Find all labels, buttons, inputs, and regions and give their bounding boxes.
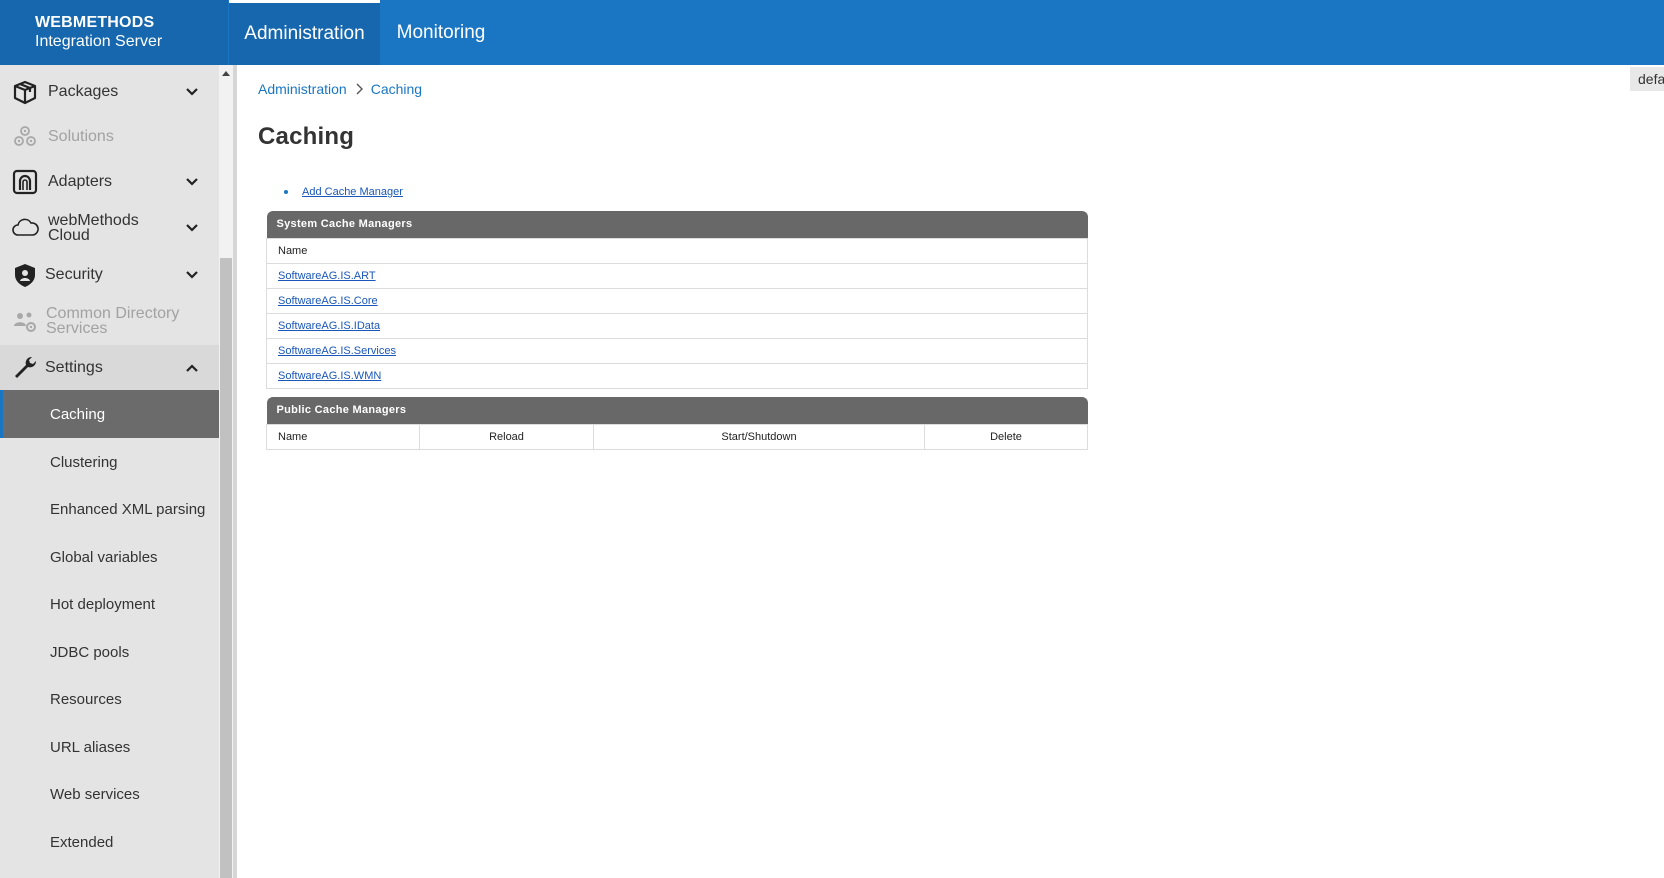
sidebar-item-label: Packages [48, 82, 119, 100]
page-title: Caching [258, 123, 355, 150]
brand-line1: WEBMETHODS [35, 14, 155, 31]
sidebar-item-packages[interactable]: Packages [0, 69, 219, 114]
cache-manager-link[interactable]: SoftwareAG.IS.IData [278, 320, 380, 332]
sidebar-subitem-resources[interactable]: Resources [0, 675, 219, 723]
table-title: System Cache Managers [266, 211, 1088, 238]
brand-line2: Integration Server [35, 33, 163, 50]
sidebar-item-label: Adapters [48, 172, 113, 190]
action-list: Add Cache Manager [284, 186, 403, 198]
sidebar-item-adapters[interactable]: Adapters [0, 159, 219, 204]
column-header-reload: Reload [419, 423, 594, 450]
sidebar-item-settings[interactable]: Settings [0, 345, 219, 390]
column-header-name: Name [266, 237, 1088, 264]
cache-manager-link[interactable]: SoftwareAG.IS.ART [278, 270, 376, 282]
corner-tag: defa [1630, 67, 1664, 91]
tab-administration[interactable]: Administration [229, 0, 380, 65]
table-row: SoftwareAG.IS.Core [266, 287, 1088, 314]
table-row: SoftwareAG.IS.Services [266, 337, 1088, 364]
chevron-right-icon [356, 83, 363, 95]
sidebar-subitem-web-services[interactable]: Web services [0, 770, 219, 818]
chevron-down-icon[interactable] [184, 267, 200, 283]
column-header-name: Name [266, 423, 420, 450]
sidebar-subitem-global-variables[interactable]: Global variables [0, 533, 219, 581]
chevron-down-icon[interactable] [184, 174, 200, 190]
sidebar-item-label: Settings [45, 358, 103, 376]
sidebar-item-label: Solutions [48, 127, 114, 145]
scrollbar-thumb[interactable] [220, 258, 232, 878]
sidebar-subitem-clustering[interactable]: Clustering [0, 438, 219, 486]
sidebar-item-label-line2: Services [46, 320, 108, 337]
table-row: SoftwareAG.IS.ART [266, 262, 1088, 289]
sidebar-subitem-url-aliases[interactable]: URL aliases [0, 723, 219, 771]
sidebar-item-label: Common Directory Services [46, 306, 179, 337]
sidebar-item-webmethods-cloud[interactable]: webMethods Cloud [0, 204, 219, 252]
users-icon [14, 312, 36, 332]
main-content: Administration Caching Caching defa Add … [237, 65, 1664, 878]
package-icon [13, 80, 37, 104]
wrench-icon [15, 356, 37, 378]
system-cache-managers-table: System Cache Managers Name SoftwareAG.IS… [266, 211, 1088, 389]
sidebar-subitem-hot-deployment[interactable]: Hot deployment [0, 580, 219, 628]
table-row: SoftwareAG.IS.WMN [266, 362, 1088, 389]
brand-logo[interactable]: WEBMETHODS Integration Server [0, 0, 228, 65]
chevron-down-icon[interactable] [184, 84, 200, 100]
sidebar-item-label-line2: Cloud [48, 227, 90, 244]
sidebar-subitem-jdbc-pools[interactable]: JDBC pools [0, 628, 219, 676]
sidebar-subitem-caching[interactable]: Caching [0, 390, 219, 438]
tab-monitoring[interactable]: Monitoring [380, 0, 502, 65]
chevron-up-icon[interactable] [184, 360, 200, 376]
sidebar-item-solutions: Solutions [0, 114, 219, 159]
sidebar: Packages Solutions Adapters webMethods C… [0, 65, 219, 878]
sidebar-item-label: webMethods Cloud [48, 213, 139, 244]
cache-manager-link[interactable]: SoftwareAG.IS.WMN [278, 370, 381, 382]
sidebar-item-security[interactable]: Security [0, 252, 219, 297]
sidebar-subitem-extended[interactable]: Extended [0, 818, 219, 866]
breadcrumb: Administration Caching [258, 81, 422, 97]
bullet-icon [284, 190, 288, 194]
adapter-icon [12, 169, 38, 194]
sidebar-subitem-enhanced-xml-parsing[interactable]: Enhanced XML parsing [0, 485, 219, 533]
table-row: SoftwareAG.IS.IData [266, 312, 1088, 339]
sidebar-item-common-directory-services: Common Directory Services [0, 297, 219, 345]
table-title: Public Cache Managers [266, 397, 1088, 424]
solutions-icon [14, 125, 36, 146]
column-header-start-shutdown: Start/Shutdown [593, 423, 925, 450]
add-cache-manager-link[interactable]: Add Cache Manager [302, 186, 403, 198]
breadcrumb-caching[interactable]: Caching [371, 81, 422, 97]
top-header: WEBMETHODS Integration Server Administra… [0, 0, 1664, 65]
cache-manager-link[interactable]: SoftwareAG.IS.Services [278, 345, 396, 357]
column-header-delete: Delete [924, 423, 1088, 450]
sidebar-scrollbar[interactable] [219, 65, 233, 878]
cloud-icon [12, 218, 39, 236]
cache-manager-link[interactable]: SoftwareAG.IS.Core [278, 295, 378, 307]
shield-icon [15, 263, 35, 287]
breadcrumb-administration[interactable]: Administration [258, 81, 347, 97]
scroll-up-icon[interactable] [222, 71, 230, 76]
chevron-down-icon[interactable] [184, 220, 200, 236]
public-cache-managers-table: Public Cache Managers Name Reload Start/… [266, 397, 1088, 450]
sidebar-item-label: Security [45, 265, 103, 283]
